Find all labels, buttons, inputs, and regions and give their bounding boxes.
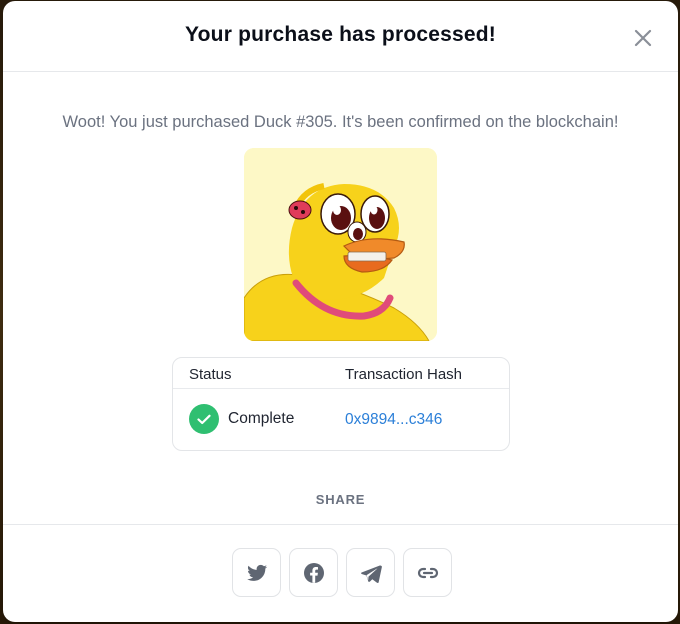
purchase-modal: Your purchase has processed! Woot! You j…: [3, 1, 678, 622]
link-icon: [417, 567, 438, 578]
close-button[interactable]: [630, 25, 656, 51]
share-divider: [3, 524, 678, 525]
facebook-icon: [303, 562, 324, 583]
modal-title: Your purchase has processed!: [185, 23, 496, 46]
check-circle-icon: [189, 404, 219, 434]
duck-image: [244, 148, 437, 341]
copy-link-button[interactable]: [403, 548, 452, 597]
share-twitter-button[interactable]: [232, 548, 281, 597]
status-cell: Complete: [189, 404, 294, 434]
transaction-hash-link[interactable]: 0x9894...c346: [345, 411, 442, 429]
transaction-card-header: Status Transaction Hash: [173, 358, 509, 389]
share-telegram-button[interactable]: [346, 548, 395, 597]
close-icon: [634, 29, 652, 47]
modal-header: Your purchase has processed!: [3, 1, 678, 72]
share-facebook-button[interactable]: [289, 548, 338, 597]
purchase-message: Woot! You just purchased Duck #305. It's…: [62, 113, 619, 131]
status-header: Status: [189, 366, 232, 383]
transaction-hash-header: Transaction Hash: [345, 366, 462, 383]
nft-image: [244, 148, 437, 341]
status-value: Complete: [228, 410, 295, 427]
transaction-card: Status Transaction Hash Complete 0x9894.…: [172, 357, 510, 451]
telegram-icon: [360, 564, 382, 583]
share-label: SHARE: [315, 492, 366, 507]
twitter-icon: [246, 564, 267, 581]
share-buttons: [232, 548, 452, 598]
